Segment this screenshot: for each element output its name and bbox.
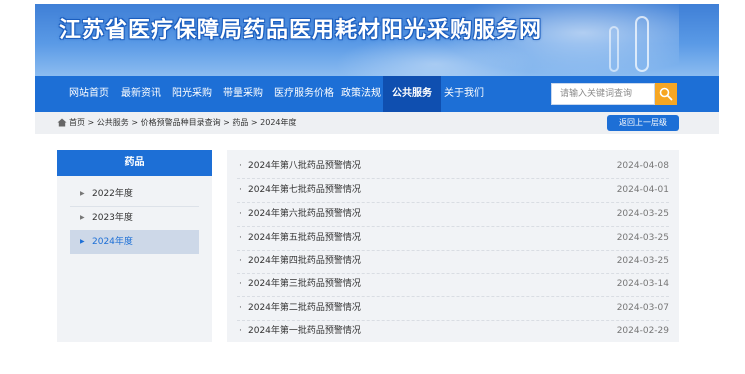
- list-item[interactable]: · 2024年第五批药品预警情况 2024-03-25: [227, 226, 679, 250]
- list-item-date: 2024-03-14: [616, 279, 669, 289]
- test-tube-decoration: [609, 26, 619, 72]
- chevron-right-icon: ▶: [80, 214, 85, 221]
- list-item[interactable]: · 2024年第四批药品预警情况 2024-03-25: [227, 249, 679, 273]
- list-item-title[interactable]: 2024年第四批药品预警情况: [248, 249, 361, 273]
- notice-list: · 2024年第八批药品预警情况 2024-04-08 · 2024年第七批药品…: [227, 150, 679, 342]
- list-item-date: 2024-03-07: [616, 303, 669, 313]
- nav-item-service-price[interactable]: 医疗服务价格: [268, 76, 340, 112]
- breadcrumb-text[interactable]: 首页 > 公共服务 > 价格预警品种目录查询 > 药品 > 2024年度: [69, 112, 297, 134]
- list-item-title[interactable]: 2024年第八批药品预警情况: [248, 154, 361, 178]
- sidebar-item-label: 2024年度: [92, 237, 133, 247]
- header-banner: 江苏省医疗保障局药品医用耗材阳光采购服务网: [35, 4, 719, 76]
- bullet: ·: [239, 209, 242, 219]
- site-title: 江苏省医疗保障局药品医用耗材阳光采购服务网: [59, 18, 543, 43]
- sidebar-heading: 药品: [57, 150, 212, 176]
- test-tube-decoration: [635, 16, 649, 72]
- nav-item-volume-purchase[interactable]: 带量采购: [217, 76, 269, 112]
- main-nav: 网站首页 最新资讯 阳光采购 带量采购 医疗服务价格 政策法规 公共服务 关于我…: [35, 76, 719, 112]
- bullet: ·: [239, 233, 242, 243]
- list-item-date: 2024-04-08: [616, 161, 669, 171]
- sidebar-item-label: 2022年度: [92, 189, 133, 199]
- nav-item-public-service[interactable]: 公共服务: [383, 76, 441, 112]
- list-item-title[interactable]: 2024年第二批药品预警情况: [248, 296, 361, 320]
- list-item-date: 2024-04-01: [616, 185, 669, 195]
- back-button[interactable]: 返回上一层级: [607, 115, 679, 131]
- home-icon: [57, 118, 67, 127]
- list-item[interactable]: · 2024年第三批药品预警情况 2024-03-14: [227, 272, 679, 296]
- search-button[interactable]: [655, 83, 677, 105]
- nav-item-sunshine-purchase[interactable]: 阳光采购: [166, 76, 218, 112]
- search-input[interactable]: 请输入关键词查询: [551, 83, 655, 105]
- sidebar-item-2023[interactable]: ▶ 2023年度: [70, 206, 199, 230]
- sidebar-item-2024[interactable]: ▶ 2024年度: [70, 230, 199, 254]
- list-item-date: 2024-03-25: [616, 233, 669, 243]
- nav-item-about[interactable]: 关于我们: [438, 76, 490, 112]
- list-item-date: 2024-02-29: [616, 326, 669, 336]
- list-item[interactable]: · 2024年第二批药品预警情况 2024-03-07: [227, 296, 679, 320]
- nav-item-news[interactable]: 最新资讯: [115, 76, 167, 112]
- search-icon: [659, 87, 673, 101]
- bullet: ·: [239, 185, 242, 195]
- chevron-right-icon: ▶: [80, 238, 85, 245]
- page: 江苏省医疗保障局药品医用耗材阳光采购服务网 网站首页 最新资讯 阳光采购 带量采…: [0, 0, 745, 374]
- nav-item-home[interactable]: 网站首页: [63, 76, 115, 112]
- breadcrumb: 首页 > 公共服务 > 价格预警品种目录查询 > 药品 > 2024年度 返回上…: [35, 112, 719, 134]
- bullet: ·: [239, 326, 242, 336]
- list-item-date: 2024-03-25: [616, 209, 669, 219]
- list-item-date: 2024-03-25: [616, 256, 669, 266]
- sidebar: 药品 ▶ 2022年度 ▶ 2023年度 ▶ 2024年度: [57, 150, 212, 342]
- bullet: ·: [239, 279, 242, 289]
- list-item-title[interactable]: 2024年第一批药品预警情况: [248, 319, 361, 343]
- sidebar-item-2022[interactable]: ▶ 2022年度: [70, 182, 199, 206]
- chevron-right-icon: ▶: [80, 190, 85, 197]
- list-item-title[interactable]: 2024年第七批药品预警情况: [248, 178, 361, 202]
- list-item-title[interactable]: 2024年第三批药品预警情况: [248, 272, 361, 296]
- list-item[interactable]: · 2024年第八批药品预警情况 2024-04-08: [227, 154, 679, 178]
- list-item-title[interactable]: 2024年第六批药品预警情况: [248, 202, 361, 226]
- bullet: ·: [239, 256, 242, 266]
- sidebar-item-label: 2023年度: [92, 213, 133, 223]
- list-item[interactable]: · 2024年第六批药品预警情况 2024-03-25: [227, 202, 679, 226]
- nav-item-policy[interactable]: 政策法规: [335, 76, 387, 112]
- bullet: ·: [239, 303, 242, 313]
- list-item[interactable]: · 2024年第一批药品预警情况 2024-02-29: [227, 319, 679, 343]
- list-item[interactable]: · 2024年第七批药品预警情况 2024-04-01: [227, 178, 679, 202]
- list-item-title[interactable]: 2024年第五批药品预警情况: [248, 226, 361, 250]
- bullet: ·: [239, 161, 242, 171]
